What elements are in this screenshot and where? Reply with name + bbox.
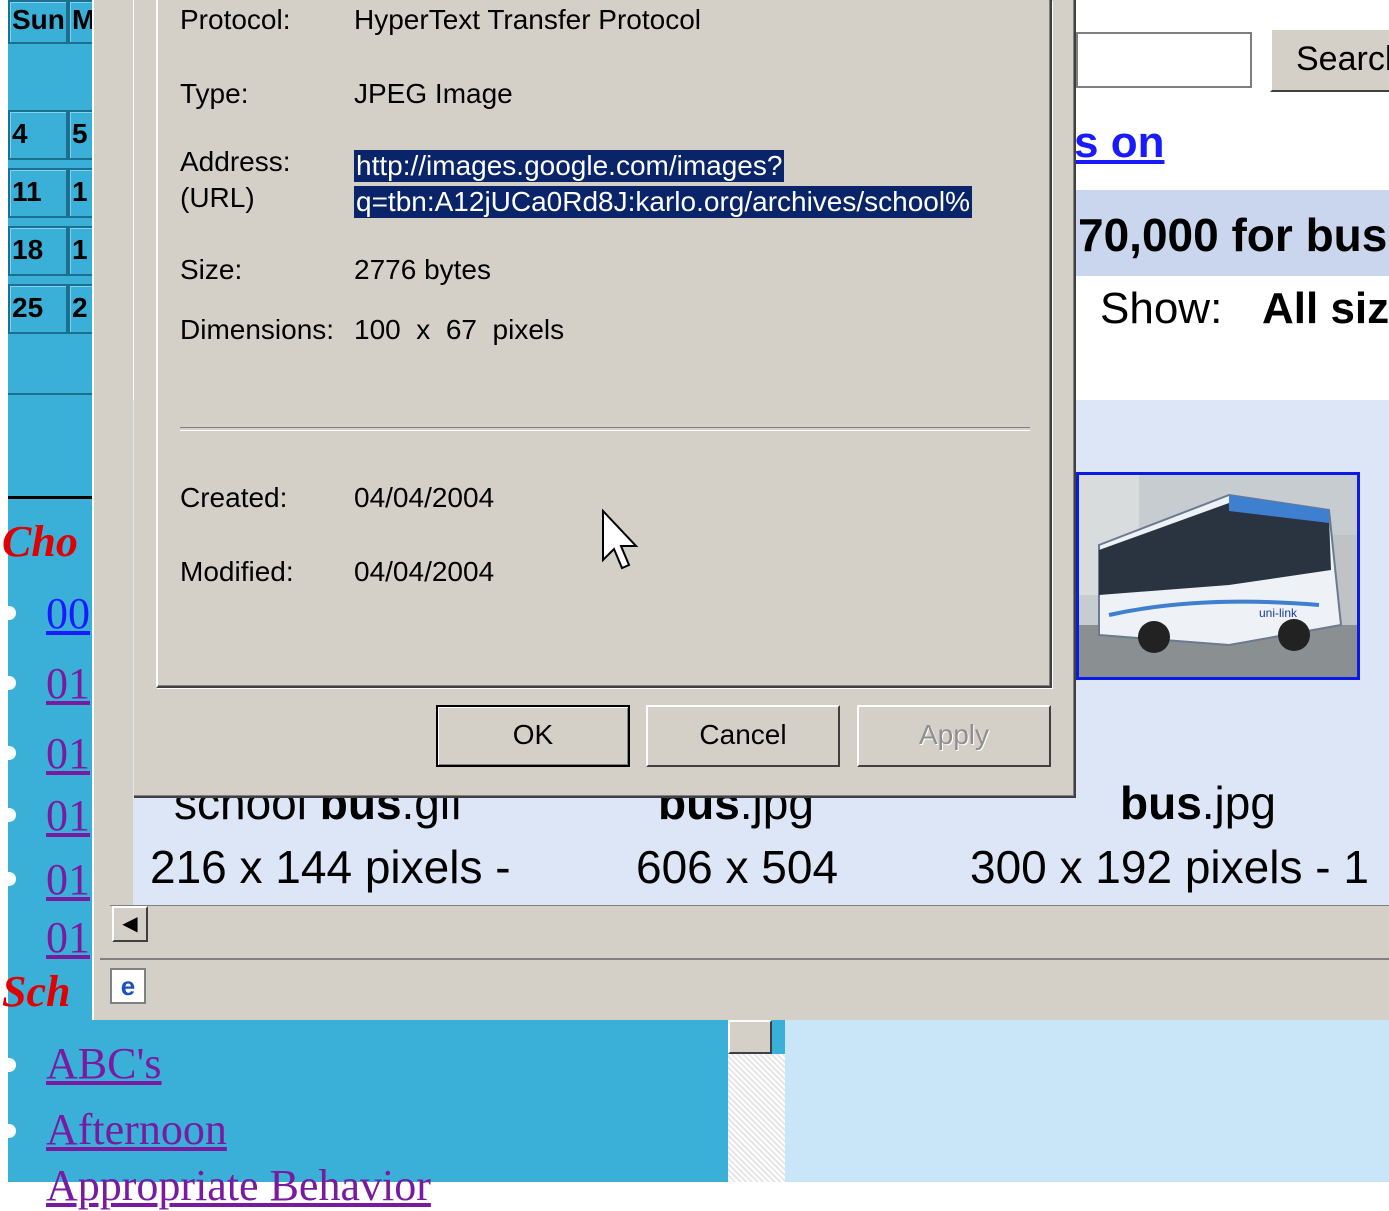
address-url-value-continued[interactable]: q=tbn:A12jUCa0Rd8J:karlo.org/archives/sc… <box>354 186 972 218</box>
calendar-header-sun: Sun <box>8 0 68 44</box>
result-dimensions: 606 x 504 <box>636 841 839 893</box>
section-divider <box>8 496 94 499</box>
calendar-day[interactable]: 18 <box>8 226 68 276</box>
result-filename-bold: bus <box>1120 777 1202 829</box>
search-input[interactable] <box>1076 32 1252 88</box>
bus-image: uni-link <box>1079 475 1357 677</box>
page-scrollbar-track[interactable] <box>728 1054 785 1182</box>
choose-link[interactable]: 01 <box>46 658 90 709</box>
school-link-appropriate-behavior[interactable]: Appropriate Behavior <box>46 1160 431 1211</box>
calendar-day[interactable]: 5 <box>68 110 94 160</box>
type-value: JPEG Image <box>354 78 513 109</box>
result-filename[interactable]: bus.jpg <box>1120 776 1276 830</box>
status-bar <box>100 958 1389 1018</box>
ie-page-icon: e <box>110 968 146 1004</box>
calendar-header-mon: M <box>68 0 94 44</box>
modified-label: Modified: <box>180 556 294 587</box>
school-heading: Sch <box>2 967 71 1016</box>
bullet-icon <box>2 676 16 690</box>
ok-button[interactable]: OK <box>436 705 630 767</box>
result-dimensions: 300 x 192 pixels - 1 <box>970 841 1369 893</box>
calendar-day[interactable]: 11 <box>8 168 68 218</box>
protocol-label: Protocol: <box>180 4 291 35</box>
result-link[interactable]: s on <box>1074 118 1164 168</box>
calendar-day[interactable]: 1 <box>68 226 94 276</box>
bullet-icon <box>2 808 16 822</box>
type-label: Type: <box>180 78 249 109</box>
choose-link[interactable]: 01 <box>46 854 90 905</box>
calendar-day[interactable]: 25 <box>8 284 68 334</box>
address-label: Address: <box>180 146 291 177</box>
bus-thumbnail[interactable]: uni-link <box>1076 472 1360 680</box>
choose-link[interactable]: 01 <box>46 912 90 963</box>
dimensions-label: Dimensions: <box>180 314 335 345</box>
size-label: Size: <box>180 254 243 285</box>
modified-value: 04/04/2004 <box>354 556 495 587</box>
page-scrollbar-thumb[interactable] <box>728 1020 772 1054</box>
created-label: Created: <box>180 482 288 513</box>
size-value: 2776 bytes <box>354 254 491 285</box>
calendar-day[interactable]: 2 <box>68 284 94 334</box>
choose-heading: Cho <box>2 517 78 566</box>
calendar-day[interactable]: 4 <box>8 110 68 160</box>
address-label-url: (URL) <box>180 182 255 213</box>
show-size-filter[interactable]: All siz <box>1262 284 1389 334</box>
background-site-right-panel <box>785 1020 1389 1182</box>
school-link-afternoon[interactable]: Afternoon <box>46 1104 227 1155</box>
result-filename-ext: .jpg <box>1201 777 1276 829</box>
bullet-icon <box>2 606 16 620</box>
bullet-icon <box>2 746 16 760</box>
cancel-button[interactable]: Cancel <box>646 705 840 767</box>
choose-link[interactable]: 00 <box>46 588 90 639</box>
bullet-icon <box>2 1058 16 1072</box>
horizontal-scrollbar[interactable] <box>110 905 1389 944</box>
calendar-day[interactable]: 1 <box>68 168 94 218</box>
choose-link[interactable]: 01 <box>46 728 90 779</box>
show-label: Show: <box>1100 284 1223 333</box>
bullet-icon <box>2 1124 16 1138</box>
mouse-cursor-icon <box>602 508 639 570</box>
created-value: 04/04/2004 <box>354 482 495 513</box>
calendar-divider <box>8 393 94 395</box>
search-button[interactable]: Search <box>1270 28 1389 92</box>
choose-link[interactable]: 01 <box>46 790 90 841</box>
school-link-abcs[interactable]: ABC's <box>46 1038 162 1089</box>
bullet-icon <box>2 872 16 886</box>
bus-decal: uni-link <box>1259 606 1298 620</box>
dialog-separator <box>180 427 1030 431</box>
apply-button[interactable]: Apply <box>857 705 1051 767</box>
results-count-text: 70,000 for bus <box>1078 209 1388 261</box>
scroll-left-button[interactable]: ◀ <box>112 906 148 942</box>
result-dimensions: 216 x 144 pixels - <box>150 841 511 893</box>
address-url-value[interactable]: http://images.google.com/images? <box>354 150 785 182</box>
protocol-value: HyperText Transfer Protocol <box>354 4 702 35</box>
dimensions-value: 100 x 67 pixels <box>354 314 565 345</box>
